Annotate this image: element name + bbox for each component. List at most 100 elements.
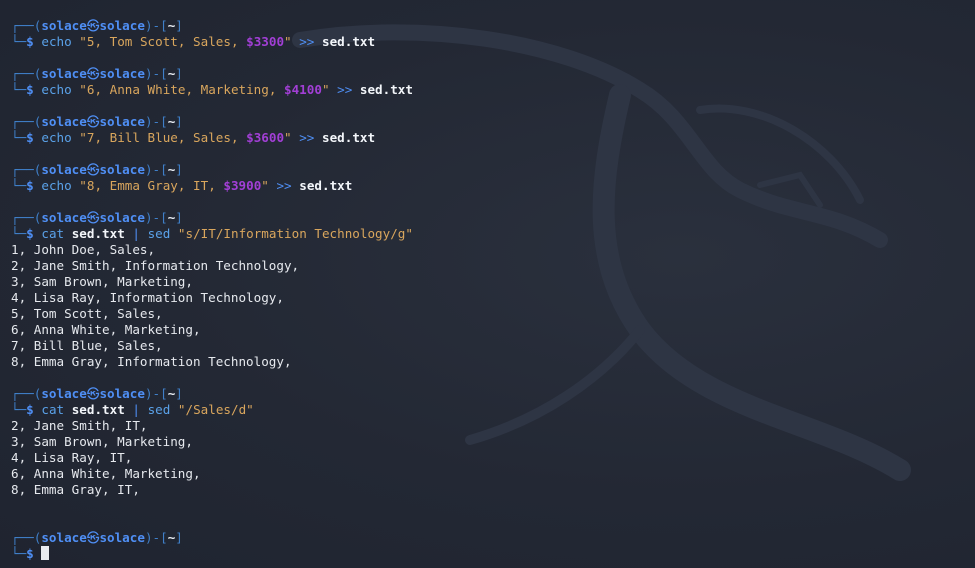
redirect-operator: >>	[299, 34, 315, 49]
command-name: sed	[147, 226, 171, 241]
prompt-line: ┌──(solace㉿solace)-[~]	[11, 66, 975, 82]
prompt-box: ]	[175, 18, 183, 33]
prompt-host: solace	[99, 18, 145, 33]
prompt-box: ]	[175, 66, 183, 81]
command-line: └─$ cat sed.txt | sed "s/IT/Information …	[11, 226, 975, 242]
command-block-echo-6: ┌──(solace㉿solace)-[~] └─$ echo "6, Anna…	[11, 66, 975, 98]
command-name: echo	[41, 178, 72, 193]
kali-skull-icon: ㉿	[86, 530, 100, 545]
prompt-box: └─	[11, 226, 27, 241]
command-file: sed.txt	[299, 178, 353, 193]
prompt-dollar: $	[26, 82, 34, 97]
command-block-sed-delete: ┌──(solace㉿solace)-[~] └─$ cat sed.txt |…	[11, 386, 975, 514]
output-line: 1, John Doe, Sales,	[11, 242, 156, 257]
prompt-dollar: $	[26, 130, 34, 145]
command-string: "	[284, 130, 292, 145]
prompt-line: ┌──(solace㉿solace)-[~]	[11, 530, 975, 546]
prompt-box: ┌──(	[11, 114, 42, 129]
command-line: └─$ cat sed.txt | sed "/Sales/d"	[11, 402, 975, 418]
prompt-user: solace	[41, 210, 87, 225]
prompt-user: solace	[41, 386, 87, 401]
command-name: sed	[147, 402, 171, 417]
prompt-box: ┌──(	[11, 162, 42, 177]
prompt-dollar: $	[26, 178, 34, 193]
output-line: 4, Lisa Ray, IT,	[11, 450, 133, 465]
active-prompt[interactable]: ┌──(solace㉿solace)-[~] └─$	[11, 530, 975, 562]
prompt-box: ]	[175, 530, 183, 545]
text-cursor[interactable]	[41, 546, 50, 560]
prompt-dollar: $	[26, 34, 34, 49]
command-string: "5, Tom Scott, Sales,	[79, 34, 247, 49]
command-variable: $3600	[246, 130, 285, 145]
prompt-host: solace	[99, 66, 145, 81]
prompt-box: └─	[11, 34, 27, 49]
prompt-box: )-[	[144, 210, 168, 225]
kali-skull-icon: ㉿	[86, 66, 100, 81]
prompt-line: ┌──(solace㉿solace)-[~]	[11, 18, 975, 34]
prompt-box: )-[	[144, 386, 168, 401]
prompt-dollar: $	[26, 402, 34, 417]
command-file: sed.txt	[321, 130, 376, 145]
output-line: 4, Lisa Ray, Information Technology,	[11, 290, 284, 305]
prompt-box: ]	[175, 210, 183, 225]
prompt-box: ┌──(	[11, 66, 42, 81]
command-string: "8, Emma Gray, IT,	[79, 178, 224, 193]
prompt-host: solace	[99, 530, 145, 545]
prompt-user: solace	[41, 530, 87, 545]
redirect-operator: >>	[337, 82, 353, 97]
prompt-host: solace	[99, 114, 145, 129]
command-line: └─$ echo "6, Anna White, Marketing, $410…	[11, 82, 975, 98]
prompt-box: └─	[11, 130, 27, 145]
command-string: "7, Bill Blue, Sales,	[79, 130, 247, 145]
terminal-output: ┌──(solace㉿solace)-[~] └─$ echo "5, Tom …	[11, 18, 975, 568]
prompt-box: )-[	[144, 162, 168, 177]
prompt-box: ]	[175, 114, 183, 129]
pipe-operator: |	[132, 226, 140, 241]
prompt-line: ┌──(solace㉿solace)-[~]	[11, 114, 975, 130]
output-line: 3, Sam Brown, Marketing,	[11, 274, 193, 289]
output-line: 3, Sam Brown, Marketing,	[11, 434, 193, 449]
prompt-box: )-[	[144, 18, 168, 33]
command-name: cat	[41, 402, 65, 417]
prompt-box: ]	[175, 162, 183, 177]
terminal-window[interactable]: ┌──(solace㉿solace)-[~] └─$ echo "5, Tom …	[0, 0, 975, 568]
prompt-box: ┌──(	[11, 210, 42, 225]
prompt-line: ┌──(solace㉿solace)-[~]	[11, 210, 975, 226]
output-line: 8, Emma Gray, IT,	[11, 482, 140, 497]
prompt-box: ┌──(	[11, 18, 42, 33]
prompt-host: solace	[99, 386, 145, 401]
prompt-user: solace	[41, 18, 87, 33]
command-variable: $3900	[223, 178, 262, 193]
output-line: 2, Jane Smith, IT,	[11, 418, 148, 433]
kali-skull-icon: ㉿	[86, 114, 100, 129]
command-name: echo	[41, 82, 72, 97]
prompt-box: )-[	[144, 530, 168, 545]
command-line: └─$ echo "5, Tom Scott, Sales, $3300" >>…	[11, 34, 975, 50]
output-line: 5, Tom Scott, Sales,	[11, 306, 163, 321]
command-input-line[interactable]: └─$	[11, 546, 975, 562]
kali-skull-icon: ㉿	[86, 210, 100, 225]
command-string: "	[261, 178, 269, 193]
output-line: 7, Bill Blue, Sales,	[11, 338, 163, 353]
prompt-user: solace	[41, 66, 87, 81]
output-line: 6, Anna White, Marketing,	[11, 466, 201, 481]
prompt-user: solace	[41, 162, 87, 177]
prompt-box: ┌──(	[11, 530, 42, 545]
prompt-dollar: $	[26, 546, 34, 561]
command-file: sed.txt	[359, 82, 413, 97]
command-variable: $3300	[246, 34, 285, 49]
output-line: 6, Anna White, Marketing,	[11, 322, 201, 337]
prompt-box: └─	[11, 402, 27, 417]
prompt-box: └─	[11, 178, 27, 193]
command-file: sed.txt	[71, 226, 125, 241]
command-block-echo-5: ┌──(solace㉿solace)-[~] └─$ echo "5, Tom …	[11, 18, 975, 50]
prompt-user: solace	[41, 114, 87, 129]
command-string: "	[321, 82, 330, 97]
kali-skull-icon: ㉿	[86, 386, 100, 401]
prompt-box: )-[	[144, 114, 168, 129]
redirect-operator: >>	[276, 178, 292, 193]
prompt-box: └─	[11, 546, 27, 561]
prompt-box: )-[	[144, 66, 168, 81]
command-string: "6, Anna White, Marketing,	[79, 82, 285, 97]
